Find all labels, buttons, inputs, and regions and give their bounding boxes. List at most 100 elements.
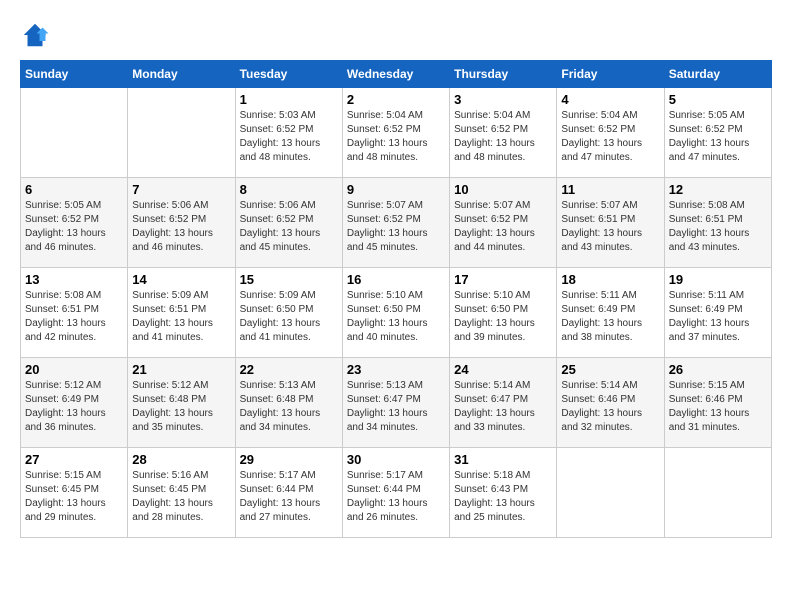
calendar-cell: 14 Sunrise: 5:09 AM Sunset: 6:51 PM Dayli… bbox=[128, 268, 235, 358]
calendar-cell: 15 Sunrise: 5:09 AM Sunset: 6:50 PM Dayli… bbox=[235, 268, 342, 358]
day-number: 11 bbox=[561, 182, 659, 197]
calendar-cell: 24 Sunrise: 5:14 AM Sunset: 6:47 PM Dayli… bbox=[450, 358, 557, 448]
calendar-cell: 18Sunrise: 5:11 AM Sunset: 6:49 PM Dayli… bbox=[557, 268, 664, 358]
day-number: 30 bbox=[347, 452, 445, 467]
day-number: 8 bbox=[240, 182, 338, 197]
day-info: Sunrise: 5:05 AM Sunset: 6:52 PM Dayligh… bbox=[25, 199, 123, 255]
header bbox=[20, 20, 772, 50]
day-number: 31 bbox=[454, 452, 552, 467]
day-info: Sunrise: 5:06 AM Sunset: 6:52 PM Dayligh… bbox=[132, 199, 230, 255]
day-number: 3 bbox=[454, 92, 552, 107]
day-info: Sunrise: 5:17 AM Sunset: 6:44 PM Dayligh… bbox=[347, 469, 445, 525]
calendar-body: 1 Sunrise: 5:03 AM Sunset: 6:52 PM Daylig… bbox=[21, 88, 772, 538]
day-number: 10 bbox=[454, 182, 552, 197]
calendar-week-row: 27Sunrise: 5:15 AM Sunset: 6:45 PM Dayli… bbox=[21, 448, 772, 538]
calendar-week-row: 13Sunrise: 5:08 AM Sunset: 6:51 PM Dayli… bbox=[21, 268, 772, 358]
day-number: 5 bbox=[669, 92, 767, 107]
day-info: Sunrise: 5:08 AM Sunset: 6:51 PM Dayligh… bbox=[669, 199, 767, 255]
calendar-cell: 6 Sunrise: 5:05 AM Sunset: 6:52 PM Daylig… bbox=[21, 178, 128, 268]
day-number: 26 bbox=[669, 362, 767, 377]
calendar-cell: 9 Sunrise: 5:07 AM Sunset: 6:52 PM Daylig… bbox=[342, 178, 449, 268]
weekday-header: Monday bbox=[128, 61, 235, 88]
day-info: Sunrise: 5:16 AM Sunset: 6:45 PM Dayligh… bbox=[132, 469, 230, 525]
calendar-cell: 10 Sunrise: 5:07 AM Sunset: 6:52 PM Dayli… bbox=[450, 178, 557, 268]
day-info: Sunrise: 5:03 AM Sunset: 6:52 PM Dayligh… bbox=[240, 109, 338, 165]
day-info: Sunrise: 5:11 AM Sunset: 6:49 PM Dayligh… bbox=[669, 289, 767, 345]
logo bbox=[20, 20, 54, 50]
day-info: Sunrise: 5:17 AM Sunset: 6:44 PM Dayligh… bbox=[240, 469, 338, 525]
calendar-cell: 31 Sunrise: 5:18 AM Sunset: 6:43 PM Dayli… bbox=[450, 448, 557, 538]
day-info: Sunrise: 5:04 AM Sunset: 6:52 PM Dayligh… bbox=[347, 109, 445, 165]
weekday-header: Friday bbox=[557, 61, 664, 88]
calendar-week-row: 6 Sunrise: 5:05 AM Sunset: 6:52 PM Daylig… bbox=[21, 178, 772, 268]
day-info: Sunrise: 5:09 AM Sunset: 6:51 PM Dayligh… bbox=[132, 289, 230, 345]
calendar-cell: 16 Sunrise: 5:10 AM Sunset: 6:50 PM Dayli… bbox=[342, 268, 449, 358]
day-info: Sunrise: 5:04 AM Sunset: 6:52 PM Dayligh… bbox=[454, 109, 552, 165]
day-number: 24 bbox=[454, 362, 552, 377]
logo-icon bbox=[20, 20, 50, 50]
day-info: Sunrise: 5:10 AM Sunset: 6:50 PM Dayligh… bbox=[347, 289, 445, 345]
weekday-header: Thursday bbox=[450, 61, 557, 88]
calendar-cell: 29 Sunrise: 5:17 AM Sunset: 6:44 PM Dayli… bbox=[235, 448, 342, 538]
calendar-cell: 22 Sunrise: 5:13 AM Sunset: 6:48 PM Dayli… bbox=[235, 358, 342, 448]
calendar-cell: 7Sunrise: 5:06 AM Sunset: 6:52 PM Daylig… bbox=[128, 178, 235, 268]
day-number: 17 bbox=[454, 272, 552, 287]
calendar-cell: 1 Sunrise: 5:03 AM Sunset: 6:52 PM Daylig… bbox=[235, 88, 342, 178]
calendar-week-row: 1 Sunrise: 5:03 AM Sunset: 6:52 PM Daylig… bbox=[21, 88, 772, 178]
calendar-cell: 23 Sunrise: 5:13 AM Sunset: 6:47 PM Dayli… bbox=[342, 358, 449, 448]
calendar-header: SundayMondayTuesdayWednesdayThursdayFrid… bbox=[21, 61, 772, 88]
day-number: 20 bbox=[25, 362, 123, 377]
day-number: 1 bbox=[240, 92, 338, 107]
day-info: Sunrise: 5:09 AM Sunset: 6:50 PM Dayligh… bbox=[240, 289, 338, 345]
day-number: 22 bbox=[240, 362, 338, 377]
day-number: 25 bbox=[561, 362, 659, 377]
day-info: Sunrise: 5:14 AM Sunset: 6:47 PM Dayligh… bbox=[454, 379, 552, 435]
day-info: Sunrise: 5:05 AM Sunset: 6:52 PM Dayligh… bbox=[669, 109, 767, 165]
day-number: 9 bbox=[347, 182, 445, 197]
calendar-cell: 30 Sunrise: 5:17 AM Sunset: 6:44 PM Dayli… bbox=[342, 448, 449, 538]
day-number: 28 bbox=[132, 452, 230, 467]
calendar-cell: 27Sunrise: 5:15 AM Sunset: 6:45 PM Dayli… bbox=[21, 448, 128, 538]
day-number: 12 bbox=[669, 182, 767, 197]
day-number: 21 bbox=[132, 362, 230, 377]
day-info: Sunrise: 5:15 AM Sunset: 6:45 PM Dayligh… bbox=[25, 469, 123, 525]
day-info: Sunrise: 5:13 AM Sunset: 6:48 PM Dayligh… bbox=[240, 379, 338, 435]
day-info: Sunrise: 5:04 AM Sunset: 6:52 PM Dayligh… bbox=[561, 109, 659, 165]
calendar-cell: 4 Sunrise: 5:04 AM Sunset: 6:52 PM Daylig… bbox=[557, 88, 664, 178]
day-info: Sunrise: 5:06 AM Sunset: 6:52 PM Dayligh… bbox=[240, 199, 338, 255]
day-info: Sunrise: 5:10 AM Sunset: 6:50 PM Dayligh… bbox=[454, 289, 552, 345]
calendar-cell: 25 Sunrise: 5:14 AM Sunset: 6:46 PM Dayli… bbox=[557, 358, 664, 448]
weekday-header: Sunday bbox=[21, 61, 128, 88]
day-number: 19 bbox=[669, 272, 767, 287]
weekday-header: Wednesday bbox=[342, 61, 449, 88]
day-number: 15 bbox=[240, 272, 338, 287]
calendar-cell: 19 Sunrise: 5:11 AM Sunset: 6:49 PM Dayli… bbox=[664, 268, 771, 358]
day-info: Sunrise: 5:13 AM Sunset: 6:47 PM Dayligh… bbox=[347, 379, 445, 435]
calendar-cell: 13Sunrise: 5:08 AM Sunset: 6:51 PM Dayli… bbox=[21, 268, 128, 358]
calendar-cell: 11 Sunrise: 5:07 AM Sunset: 6:51 PM Dayli… bbox=[557, 178, 664, 268]
calendar-cell: 26Sunrise: 5:15 AM Sunset: 6:46 PM Dayli… bbox=[664, 358, 771, 448]
calendar-cell: 20 Sunrise: 5:12 AM Sunset: 6:49 PM Dayli… bbox=[21, 358, 128, 448]
calendar-week-row: 20 Sunrise: 5:12 AM Sunset: 6:49 PM Dayli… bbox=[21, 358, 772, 448]
day-number: 14 bbox=[132, 272, 230, 287]
day-info: Sunrise: 5:07 AM Sunset: 6:52 PM Dayligh… bbox=[454, 199, 552, 255]
weekday-header: Saturday bbox=[664, 61, 771, 88]
calendar-cell: 21Sunrise: 5:12 AM Sunset: 6:48 PM Dayli… bbox=[128, 358, 235, 448]
day-number: 23 bbox=[347, 362, 445, 377]
day-info: Sunrise: 5:07 AM Sunset: 6:51 PM Dayligh… bbox=[561, 199, 659, 255]
calendar-cell: 28 Sunrise: 5:16 AM Sunset: 6:45 PM Dayli… bbox=[128, 448, 235, 538]
calendar-cell bbox=[664, 448, 771, 538]
day-number: 4 bbox=[561, 92, 659, 107]
calendar-cell: 3 Sunrise: 5:04 AM Sunset: 6:52 PM Daylig… bbox=[450, 88, 557, 178]
day-info: Sunrise: 5:14 AM Sunset: 6:46 PM Dayligh… bbox=[561, 379, 659, 435]
day-number: 29 bbox=[240, 452, 338, 467]
day-info: Sunrise: 5:07 AM Sunset: 6:52 PM Dayligh… bbox=[347, 199, 445, 255]
calendar-cell: 5 Sunrise: 5:05 AM Sunset: 6:52 PM Daylig… bbox=[664, 88, 771, 178]
day-info: Sunrise: 5:12 AM Sunset: 6:49 PM Dayligh… bbox=[25, 379, 123, 435]
day-number: 16 bbox=[347, 272, 445, 287]
day-info: Sunrise: 5:18 AM Sunset: 6:43 PM Dayligh… bbox=[454, 469, 552, 525]
calendar-cell: 2Sunrise: 5:04 AM Sunset: 6:52 PM Daylig… bbox=[342, 88, 449, 178]
calendar-cell: 17 Sunrise: 5:10 AM Sunset: 6:50 PM Dayli… bbox=[450, 268, 557, 358]
weekday-row: SundayMondayTuesdayWednesdayThursdayFrid… bbox=[21, 61, 772, 88]
day-number: 6 bbox=[25, 182, 123, 197]
